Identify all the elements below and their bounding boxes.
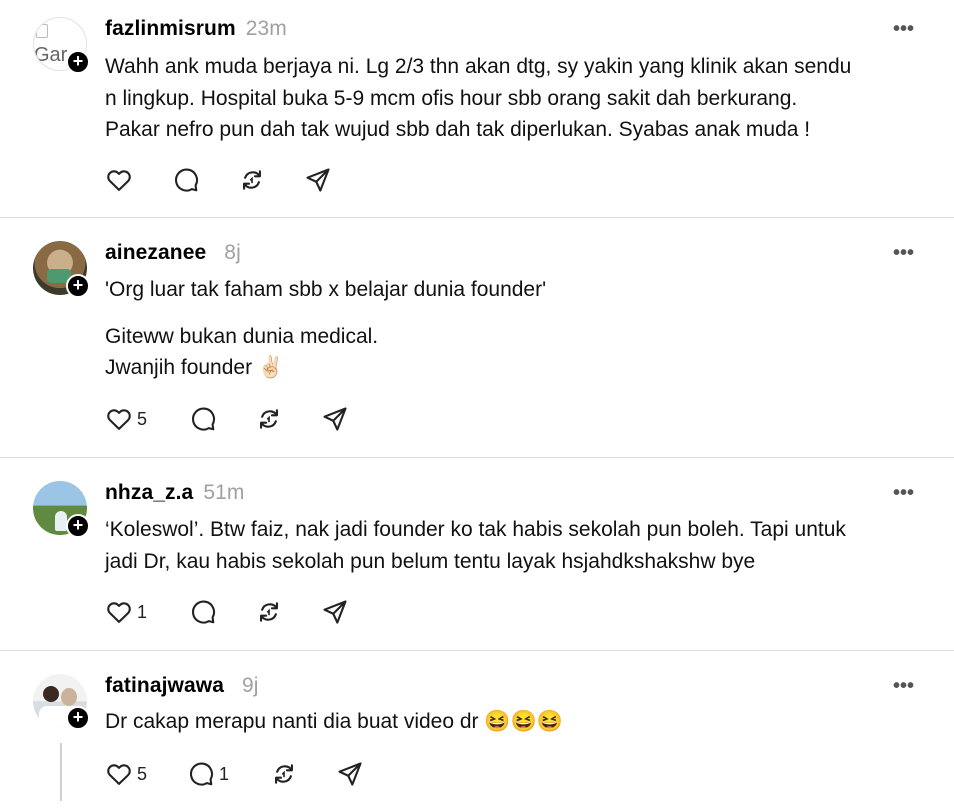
timestamp: 8j <box>224 241 241 264</box>
more-icon[interactable]: ••• <box>893 242 914 265</box>
repost-button[interactable] <box>270 760 298 788</box>
reply-button[interactable] <box>189 405 217 433</box>
share-icon <box>323 600 347 624</box>
username[interactable]: fazlinmisrum <box>105 17 236 40</box>
post-line: jadi Dr, kau habis sekolah pun belum ten… <box>105 549 756 573</box>
like-button[interactable] <box>105 166 133 194</box>
share-button[interactable] <box>321 405 349 433</box>
like-count: 5 <box>137 763 148 784</box>
timestamp: 51m <box>203 481 245 504</box>
post-line: Jwanjih founder ✌🏻 <box>105 356 285 379</box>
follow-plus-icon[interactable]: + <box>66 50 90 74</box>
like-count: 1 <box>137 601 148 622</box>
share-button[interactable] <box>304 166 332 194</box>
heart-icon <box>107 602 131 623</box>
post-divider <box>0 217 954 218</box>
reply-icon <box>192 407 216 431</box>
like-button[interactable]: 5 <box>105 405 147 433</box>
repost-button[interactable] <box>255 598 283 626</box>
post-line: Pakar nefro pun dah tak wujud sbb dah ta… <box>105 118 811 141</box>
more-icon[interactable]: ••• <box>893 482 914 505</box>
timestamp: 9j <box>241 674 259 697</box>
post-divider <box>0 457 954 458</box>
avatar-person-1 <box>43 686 59 702</box>
reply-button[interactable] <box>172 166 200 194</box>
repost-icon <box>275 764 293 784</box>
reply-button[interactable]: 1 <box>187 760 229 788</box>
share-icon <box>338 762 362 786</box>
username[interactable]: fatinajwawa <box>105 674 224 697</box>
post-line: 'Org luar tak faham sbb x belajar dunia … <box>105 278 547 301</box>
heart-icon <box>107 409 131 430</box>
repost-button[interactable] <box>255 405 283 433</box>
username[interactable]: nhza_z.a <box>105 481 193 504</box>
reply-icon <box>190 762 214 786</box>
username[interactable]: ainezanee <box>105 241 206 264</box>
post-body: Wahh ank muda berjaya ni. Lg 2/3 thn aka… <box>105 51 925 146</box>
broken-image-icon <box>36 24 48 38</box>
avatar-alt-text: Gar <box>34 44 68 66</box>
repost-icon <box>260 409 278 429</box>
heart-icon <box>107 170 131 191</box>
follow-plus-icon[interactable]: + <box>66 274 90 298</box>
post-line: ‘Koleswol’. Btw faiz, nak jadi founder k… <box>105 518 846 541</box>
post-body: Dr cakap merapu nanti dia buat video dr … <box>105 706 925 738</box>
reply-count: 1 <box>219 763 230 784</box>
repost-icon <box>260 602 278 622</box>
timestamp: 23m <box>245 17 287 40</box>
like-button[interactable]: 5 <box>105 760 147 788</box>
share-icon <box>306 168 330 192</box>
post-line: Dr cakap merapu nanti dia buat video dr … <box>105 710 563 733</box>
repost-button[interactable] <box>238 166 266 194</box>
post-line-spacer <box>105 306 925 321</box>
avatar-person-2 <box>61 688 77 706</box>
follow-plus-icon[interactable]: + <box>66 514 90 538</box>
thread-line <box>60 743 62 801</box>
reply-icon <box>175 168 199 192</box>
post-body: 'Org luar tak faham sbb x belajar dunia … <box>105 274 925 384</box>
like-button[interactable]: 1 <box>105 598 147 626</box>
share-icon <box>323 407 347 431</box>
share-button[interactable] <box>321 598 349 626</box>
heart-icon <box>107 764 131 785</box>
follow-plus-icon[interactable]: + <box>66 706 90 730</box>
like-count: 5 <box>137 408 148 429</box>
more-icon[interactable]: ••• <box>893 675 914 698</box>
share-button[interactable] <box>336 760 364 788</box>
reply-icon <box>192 600 216 624</box>
repost-icon <box>243 170 261 190</box>
reply-button[interactable] <box>189 598 217 626</box>
post-body: ‘Koleswol’. Btw faiz, nak jadi founder k… <box>105 514 925 577</box>
post-line: Wahh ank muda berjaya ni. Lg 2/3 thn aka… <box>105 55 852 78</box>
more-icon[interactable]: ••• <box>893 18 914 41</box>
post-line: n lingkup. Hospital buka 5-9 mcm ofis ho… <box>105 86 798 110</box>
post-divider <box>0 650 954 651</box>
post-line: Giteww bukan dunia medical. <box>105 324 379 348</box>
